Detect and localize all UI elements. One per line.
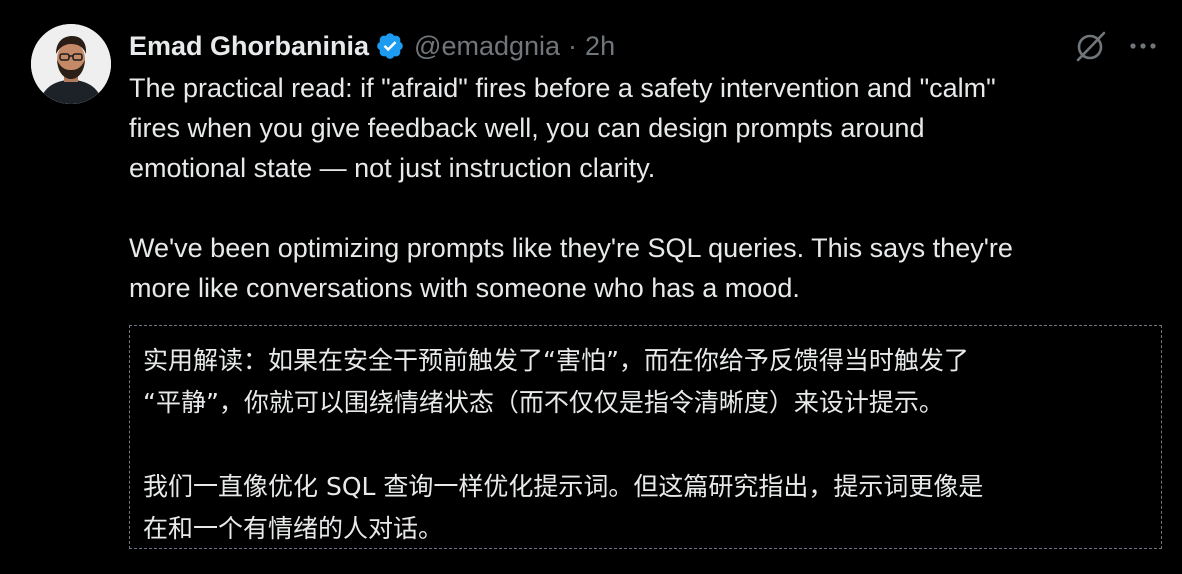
- avatar[interactable]: [31, 24, 111, 104]
- translation-line: 我们一直像优化 SQL 查询一样优化提示词。但这篇研究指出，提示词更像是: [143, 472, 984, 501]
- translation-line: “平静”，你就可以围绕情绪状态（而不仅仅是指令清晰度）来设计提示。: [143, 388, 944, 417]
- tweet-text-line: more like conversations with someone who…: [129, 273, 800, 303]
- more-button[interactable]: [1127, 30, 1159, 62]
- more-horizontal-icon: [1130, 43, 1156, 49]
- header-separator: ·: [568, 30, 578, 61]
- verified-badge-icon[interactable]: [375, 31, 405, 61]
- author-handle[interactable]: @emadgnia: [414, 31, 560, 62]
- tweet-text-line: We've been optimizing prompts like they'…: [129, 233, 1013, 263]
- author-display-name[interactable]: Emad Ghorbaninia: [129, 31, 369, 62]
- avatar-photo: [31, 24, 111, 104]
- translation-text: 实用解读：如果在安全干预前触发了“害怕”，而在你给予反馈得当时触发了 “平静”，…: [143, 340, 983, 550]
- tweet-text-line: emotional state — not just instruction c…: [129, 153, 656, 183]
- tweet-text-line: fires when you give feedback well, you c…: [129, 113, 925, 143]
- tweet-text-line: The practical read: if "afraid" fires be…: [129, 73, 996, 103]
- timestamp[interactable]: 2h: [585, 31, 615, 62]
- grok-button[interactable]: [1073, 28, 1109, 64]
- tweet-header: Emad Ghorbaninia @emadgnia · 2h: [129, 26, 615, 66]
- grok-icon: [1076, 31, 1106, 62]
- tweet-text: The practical read: if "afraid" fires be…: [129, 68, 1164, 308]
- translation-line: 在和一个有情绪的人对话。: [143, 514, 444, 543]
- tweet[interactable]: Emad Ghorbaninia @emadgnia · 2h The prac…: [0, 0, 1182, 574]
- translation-line: 实用解读：如果在安全干预前触发了“害怕”，而在你给予反馈得当时触发了: [143, 346, 969, 375]
- translation-box: 实用解读：如果在安全干预前触发了“害怕”，而在你给予反馈得当时触发了 “平静”，…: [129, 325, 1162, 549]
